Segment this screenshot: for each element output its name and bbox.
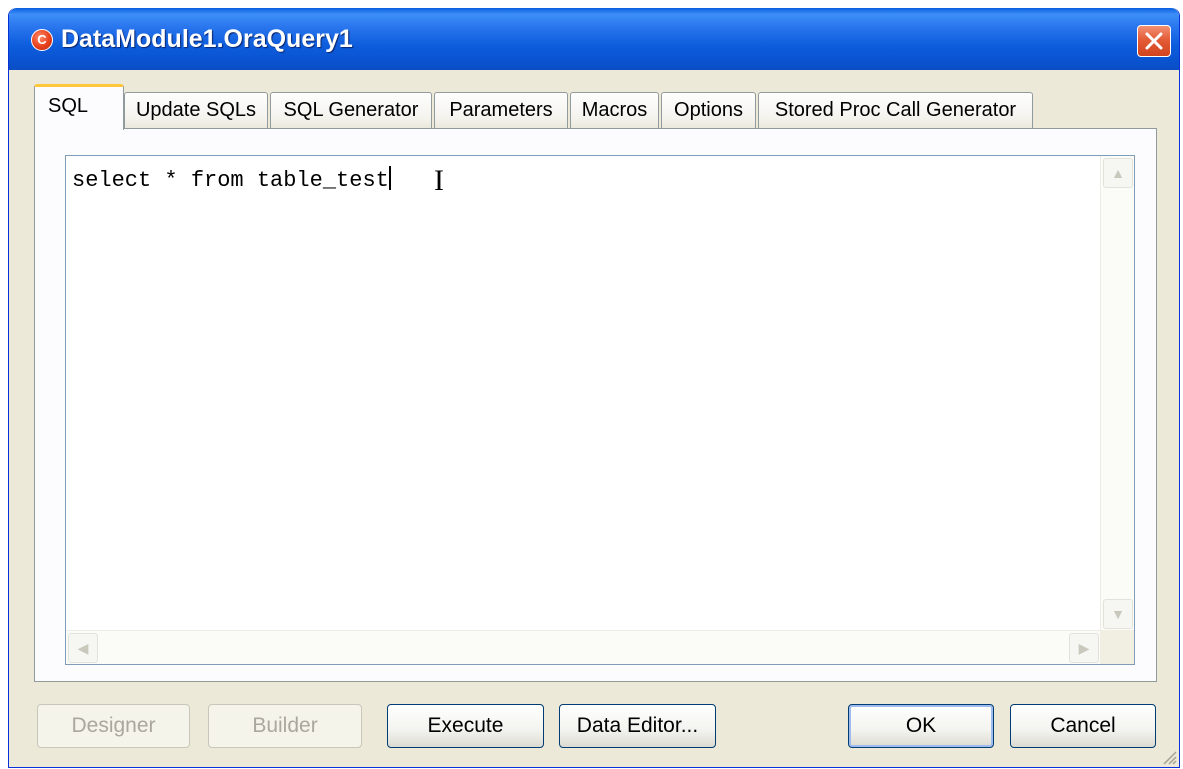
tab-sql-generator[interactable]: SQL Generator bbox=[270, 92, 432, 128]
sql-text[interactable]: select * from table_test bbox=[72, 166, 391, 193]
data-editor-button[interactable]: Data Editor... bbox=[559, 704, 716, 748]
vertical-scrollbar[interactable]: ▲ ▼ bbox=[1100, 156, 1134, 631]
scroll-left-button[interactable]: ◀ bbox=[68, 633, 98, 663]
resize-grip-icon[interactable] bbox=[1161, 749, 1177, 765]
text-caret bbox=[388, 166, 391, 190]
scroll-up-button[interactable]: ▲ bbox=[1103, 158, 1133, 188]
tab-sql[interactable]: SQL bbox=[34, 84, 124, 130]
tab-stored-proc-call-generator[interactable]: Stored Proc Call Generator bbox=[758, 92, 1033, 128]
title-bar[interactable]: C DataModule1.OraQuery1 bbox=[9, 8, 1179, 70]
scrollbar-corner bbox=[1100, 630, 1134, 664]
close-button[interactable] bbox=[1137, 25, 1171, 57]
builder-button[interactable]: Builder bbox=[208, 704, 362, 748]
ok-button[interactable]: OK bbox=[848, 704, 994, 748]
app-logo-icon: C bbox=[31, 29, 53, 51]
scroll-down-button[interactable]: ▼ bbox=[1103, 599, 1133, 629]
window-title: DataModule1.OraQuery1 bbox=[61, 25, 353, 53]
designer-button[interactable]: Designer bbox=[37, 704, 190, 748]
tab-macros[interactable]: Macros bbox=[570, 92, 659, 128]
dialog-window: C DataModule1.OraQuery1 SQL Update SQLs … bbox=[8, 8, 1180, 768]
scroll-right-button[interactable]: ▶ bbox=[1069, 633, 1099, 663]
cancel-button[interactable]: Cancel bbox=[1010, 704, 1156, 748]
horizontal-scrollbar[interactable]: ◀ ▶ bbox=[66, 630, 1101, 664]
close-icon bbox=[1145, 32, 1163, 50]
tab-options[interactable]: Options bbox=[661, 92, 756, 128]
tab-update-sqls[interactable]: Update SQLs bbox=[124, 92, 268, 128]
tab-parameters[interactable]: Parameters bbox=[434, 92, 568, 128]
tab-panel-sql: select * from table_test I ▲ ▼ ◀ ▶ bbox=[34, 128, 1157, 682]
sql-editor[interactable]: select * from table_test I ▲ ▼ ◀ ▶ bbox=[65, 155, 1135, 665]
ibeam-cursor-icon: I bbox=[434, 164, 444, 197]
execute-button[interactable]: Execute bbox=[387, 704, 544, 748]
